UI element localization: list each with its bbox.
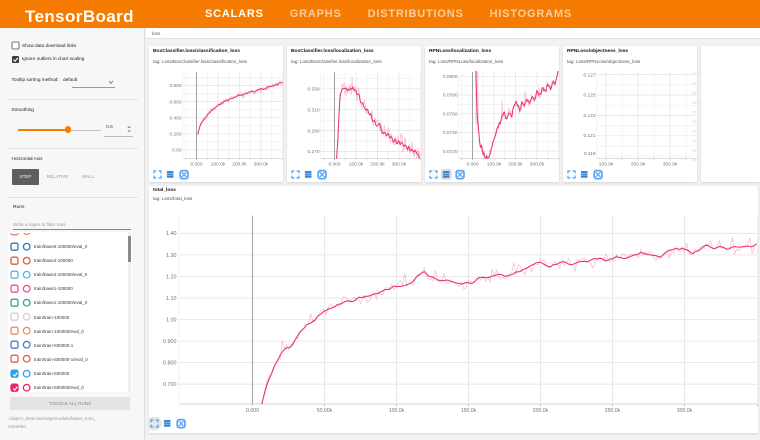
svg-text:0.600: 0.600 [169, 99, 181, 105]
svg-text:300.0k: 300.0k [677, 408, 693, 414]
svg-text:0.0760: 0.0760 [443, 111, 458, 117]
svg-text:0.0720: 0.0720 [443, 149, 458, 155]
svg-text:100.0k: 100.0k [211, 162, 226, 168]
svg-text:0.000: 0.000 [190, 162, 202, 168]
svg-text:0.00: 0.00 [172, 148, 182, 154]
svg-text:100.0k: 100.0k [487, 162, 502, 168]
svg-text:300.0k: 300.0k [392, 162, 407, 168]
svg-text:200.0k: 200.0k [508, 162, 523, 168]
svg-text:200.0k: 200.0k [533, 408, 549, 414]
svg-text:150.0k: 150.0k [461, 408, 477, 414]
svg-text:200.0k: 200.0k [232, 162, 247, 168]
svg-text:1.00: 1.00 [166, 317, 177, 323]
svg-text:0.000: 0.000 [328, 162, 340, 168]
svg-text:0.800: 0.800 [163, 361, 177, 367]
svg-text:0.310: 0.310 [307, 107, 319, 113]
svg-text:0.125: 0.125 [583, 93, 595, 99]
svg-text:0.800: 0.800 [169, 83, 181, 89]
svg-text:0.000: 0.000 [246, 408, 259, 414]
svg-text:50.00k: 50.00k [317, 408, 333, 414]
svg-text:0.0800: 0.0800 [443, 74, 458, 80]
svg-text:1.10: 1.10 [166, 296, 177, 302]
svg-text:0.290: 0.290 [307, 128, 319, 134]
svg-text:0.270: 0.270 [307, 149, 319, 155]
svg-text:250.0k: 250.0k [605, 408, 621, 414]
svg-text:0.700: 0.700 [163, 382, 177, 388]
svg-text:0.0780: 0.0780 [443, 93, 458, 99]
svg-text:0.121: 0.121 [583, 133, 595, 139]
svg-text:300.0k: 300.0k [663, 162, 678, 168]
svg-text:0.123: 0.123 [583, 113, 595, 119]
svg-text:1.40: 1.40 [166, 231, 177, 237]
svg-text:300.0k: 300.0k [530, 162, 545, 168]
svg-text:100.0k: 100.0k [389, 408, 405, 414]
svg-text:0.330: 0.330 [307, 87, 319, 93]
svg-text:0.400: 0.400 [169, 115, 181, 121]
svg-text:0.0740: 0.0740 [443, 130, 458, 136]
svg-text:0.900: 0.900 [163, 339, 177, 345]
svg-text:0.127: 0.127 [583, 72, 595, 78]
svg-text:1.30: 1.30 [166, 253, 177, 259]
svg-text:200.0k: 200.0k [370, 162, 385, 168]
svg-text:200.0k: 200.0k [631, 162, 646, 168]
svg-text:100.0k: 100.0k [349, 162, 364, 168]
svg-text:0.200: 0.200 [169, 132, 181, 138]
svg-text:300.0k: 300.0k [254, 162, 269, 168]
svg-text:1.20: 1.20 [166, 274, 177, 280]
svg-text:100.0k: 100.0k [599, 162, 614, 168]
svg-text:0.119: 0.119 [584, 151, 596, 157]
svg-text:0.000: 0.000 [466, 162, 478, 168]
